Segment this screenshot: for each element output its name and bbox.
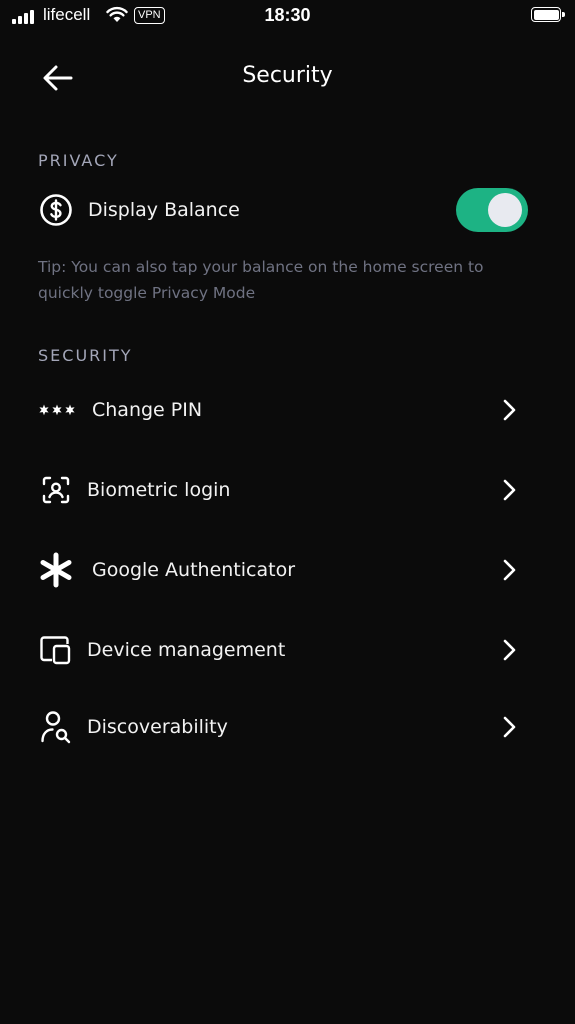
- chevron-right-icon: [499, 715, 519, 739]
- battery-icon: [531, 7, 565, 22]
- status-bar: lifecell VPN 18:30: [0, 0, 575, 34]
- biometric-login-label: Biometric login: [87, 479, 231, 501]
- display-balance-label: Display Balance: [88, 199, 240, 221]
- toggle-knob: [488, 193, 522, 227]
- devices-icon: [38, 632, 74, 668]
- pin-dots-icon: [38, 392, 78, 428]
- clock: 18:30: [264, 5, 311, 25]
- security-section-label: SECURITY: [38, 346, 133, 365]
- discoverability-label: Discoverability: [87, 716, 228, 738]
- device-management-label: Device management: [87, 639, 286, 661]
- asterisk-icon: [38, 552, 74, 588]
- change-pin-row[interactable]: Change PIN: [0, 380, 575, 440]
- dollar-icon: [38, 192, 74, 228]
- biometric-login-row[interactable]: Biometric login: [0, 460, 575, 520]
- chevron-right-icon: [499, 638, 519, 662]
- chevron-right-icon: [499, 558, 519, 582]
- google-authenticator-label: Google Authenticator: [92, 559, 296, 581]
- device-management-row[interactable]: Device management: [0, 620, 575, 680]
- page-title: Security: [242, 63, 333, 88]
- user-search-icon: [38, 709, 74, 745]
- chevron-right-icon: [499, 478, 519, 502]
- discoverability-row[interactable]: Discoverability: [0, 697, 575, 757]
- privacy-section-label: PRIVACY: [38, 151, 119, 170]
- google-authenticator-row[interactable]: Google Authenticator: [0, 540, 575, 600]
- privacy-tip: Tip: You can also tap your balance on th…: [38, 258, 484, 302]
- face-scan-icon: [38, 472, 74, 508]
- change-pin-label: Change PIN: [92, 399, 203, 421]
- chevron-right-icon: [499, 398, 519, 422]
- display-balance-toggle[interactable]: [456, 188, 528, 232]
